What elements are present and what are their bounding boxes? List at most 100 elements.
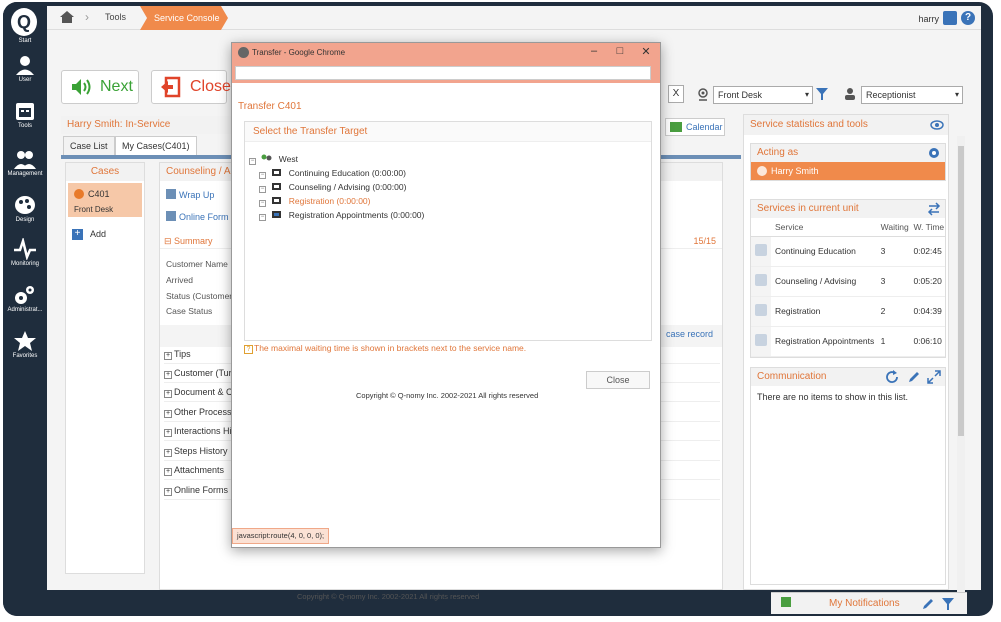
sidebar-item-tools[interactable]: Tools [3, 100, 47, 129]
refresh-icon[interactable] [885, 370, 899, 384]
filter-icon[interactable] [941, 597, 955, 611]
clear-button[interactable]: X [668, 85, 684, 103]
service-node-icon [272, 183, 282, 190]
service-name: Continuing Education [771, 236, 877, 267]
sidebar-item-favorites[interactable]: Favorites [3, 330, 47, 359]
role-select[interactable]: Receptionist ▾ [861, 86, 963, 104]
table-row[interactable]: Counseling / Advising 3 0:05:20 [751, 266, 945, 297]
wrap-up-icon [166, 189, 176, 199]
dialog-window-title: Transfer - Google Chrome [252, 48, 346, 57]
sidebar-item-user[interactable]: User [3, 54, 47, 83]
sidebar-item-monitoring[interactable]: Monitoring [3, 238, 47, 267]
logout-icon[interactable] [943, 11, 957, 25]
tab-case-list[interactable]: Case List [63, 136, 115, 155]
tree-item-registration-appointments[interactable]: − Registration Appointments (0:00:00) [259, 210, 424, 221]
swap-arrows-icon[interactable] [927, 202, 941, 216]
field-arrived: Arrived [166, 275, 193, 285]
breadcrumb-separator: › [85, 10, 89, 24]
online-form-button[interactable]: Online Form [166, 211, 229, 222]
tree-item-registration[interactable]: − Registration (0:00:00) [259, 196, 371, 207]
services-header-row: Service Waiting W. Time [751, 218, 945, 237]
breadcrumb-service-console[interactable]: Service Console [140, 6, 228, 30]
service-node-icon [272, 169, 282, 176]
sidebar-item-design[interactable]: Design [3, 194, 47, 223]
app-frame: Q Start User Tools Management Design Mon… [3, 2, 993, 616]
pencil-icon[interactable] [921, 597, 935, 611]
tree-item-counseling[interactable]: − Counseling / Advising (0:00:00) [259, 182, 406, 193]
field-status: Status (Customer [166, 291, 233, 301]
service-stats-panel: Service statistics and tools Acting as H… [743, 114, 949, 590]
sidebar-item-administration[interactable]: Administrat... [3, 284, 47, 313]
notifications-label[interactable]: My Notifications [829, 598, 900, 609]
tree-root-west[interactable]: − West [249, 154, 298, 165]
close-icon[interactable]: ✕ [638, 45, 654, 58]
expand-icon: + [164, 429, 172, 437]
table-row[interactable]: Continuing Education 3 0:02:45 [751, 236, 945, 267]
next-button[interactable]: Next [61, 70, 139, 104]
address-bar[interactable] [235, 66, 651, 80]
acting-as-user[interactable]: Harry Smith [751, 162, 945, 180]
collapse-icon: ⊟ [164, 236, 175, 246]
filter-icon[interactable] [815, 87, 829, 101]
cases-title: Cases [66, 163, 144, 181]
user-name: harry [918, 14, 939, 24]
notifications-bar[interactable]: My Notifications [771, 592, 967, 614]
eye-icon[interactable] [930, 119, 944, 131]
field-count: 15/15 [693, 236, 716, 246]
services-table: Service Waiting W. Time Continuing Educa… [751, 218, 945, 357]
gear-icon[interactable] [927, 146, 941, 160]
service-waiting: 2 [876, 296, 910, 327]
sidebar-item-management[interactable]: Management [3, 148, 47, 177]
vertical-scrollbar[interactable] [957, 136, 965, 596]
acting-as-title: Acting as [751, 144, 945, 162]
gears-icon [15, 286, 34, 304]
service-waiting: 3 [876, 236, 910, 267]
expand-icon: + [164, 390, 172, 398]
case-item-c401[interactable]: C401 Front Desk [68, 183, 142, 217]
location-node-icon [261, 154, 272, 161]
minimize-icon[interactable]: – [586, 45, 602, 57]
service-node-icon [272, 197, 282, 204]
form-icon [166, 211, 176, 221]
add-icon[interactable]: + [72, 229, 83, 240]
service-wtime: 0:06:10 [909, 326, 945, 357]
column-waiting: Waiting [876, 218, 910, 237]
sidebar-item-start[interactable]: Start [3, 38, 47, 44]
calendar-icon [670, 122, 682, 132]
pulse-icon [14, 238, 36, 260]
warning-icon: ? [244, 345, 253, 354]
wrap-up-button[interactable]: Wrap Up [166, 189, 214, 200]
maximize-icon[interactable]: □ [612, 45, 628, 57]
service-name: Counseling / Advising [771, 266, 877, 297]
chrome-icon [238, 47, 249, 58]
status-bar-url: javascript:route(4, 0, 0, 0); [232, 528, 330, 544]
service-icon [755, 334, 767, 346]
dialog-close-button[interactable]: Close [586, 371, 650, 389]
tree-item-continuing-education[interactable]: − Continuing Education (0:00:00) [259, 168, 406, 179]
case-record-link[interactable]: case record [666, 329, 713, 339]
home-icon[interactable] [59, 10, 75, 24]
calendar-button[interactable]: Calendar [665, 118, 725, 136]
services-title: Services in current unit [751, 200, 945, 218]
expand-icon: + [164, 468, 172, 476]
table-row[interactable]: Registration 2 0:04:39 [751, 296, 945, 327]
expand-icon[interactable] [927, 370, 941, 384]
flag-icon [781, 597, 791, 607]
service-icon-cell [751, 326, 771, 357]
cases-panel: Cases C401 Front Desk + Add [65, 162, 145, 574]
help-icon[interactable]: ? [961, 11, 975, 25]
column-service: Service [771, 218, 877, 237]
breadcrumb-tools[interactable]: Tools [105, 12, 126, 22]
tab-my-cases[interactable]: My Cases(C401) [115, 136, 197, 155]
service-name: Registration [771, 296, 877, 327]
scrollbar-thumb[interactable] [958, 146, 964, 436]
case-number: C401 [88, 189, 110, 199]
table-row[interactable]: Registration Appointments 1 0:06:10 [751, 326, 945, 357]
pencil-icon[interactable] [907, 370, 921, 384]
close-case-button[interactable]: Close [151, 70, 231, 104]
address-bar-area [232, 63, 660, 83]
unit-select[interactable]: Front Desk ▾ [713, 86, 813, 104]
service-icon-cell [751, 296, 771, 327]
add-case-button[interactable]: Add [90, 229, 106, 239]
service-wtime: 0:04:39 [909, 296, 945, 327]
